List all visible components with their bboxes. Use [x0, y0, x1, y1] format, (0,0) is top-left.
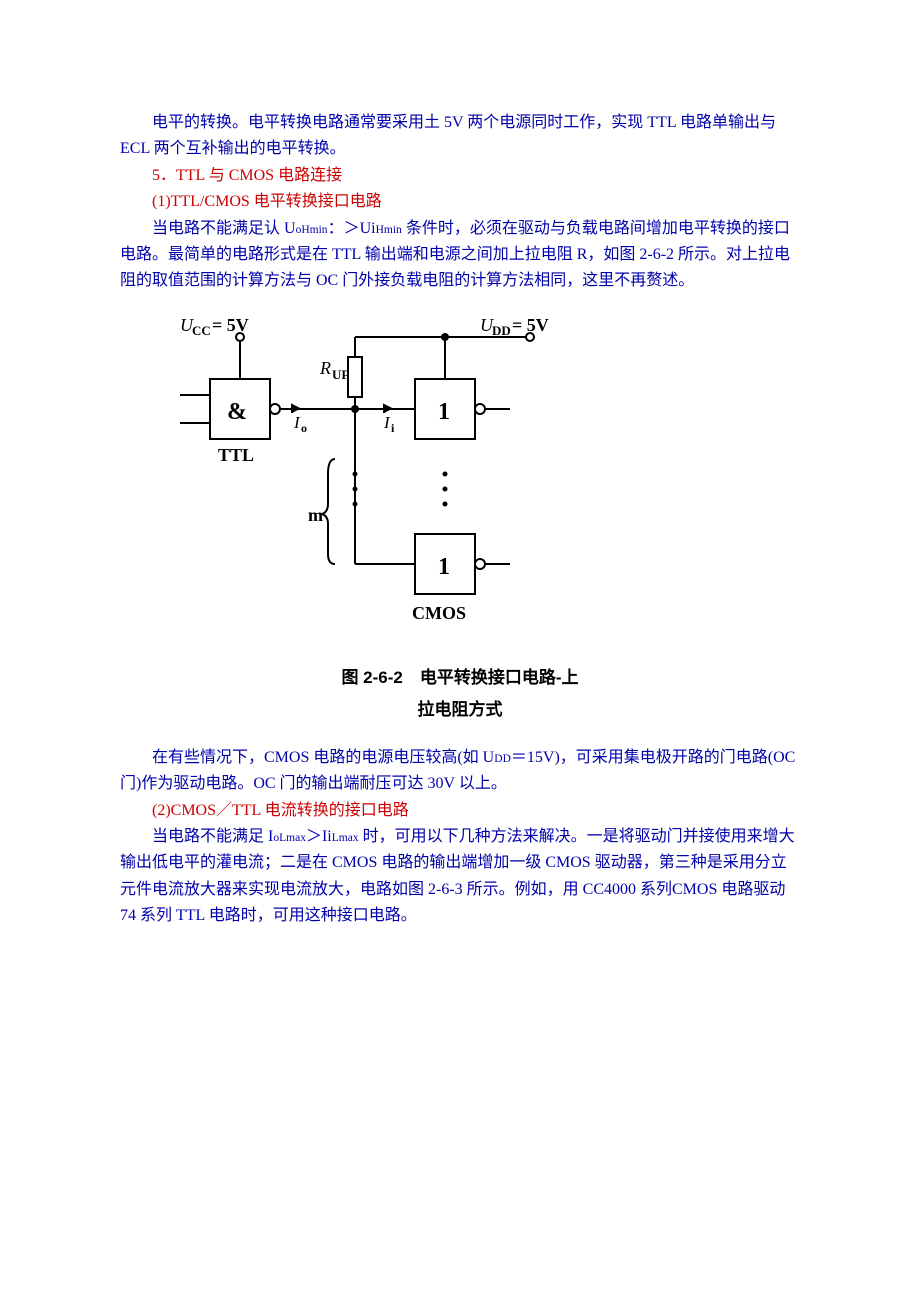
figure-2-6-2: U CC = 5V U DD = 5V R UF I o I i & 1 1 T… — [180, 309, 580, 648]
svg-text:R: R — [319, 358, 331, 378]
svg-text:= 5V: = 5V — [212, 315, 249, 335]
svg-text:I: I — [293, 413, 301, 432]
heading-5: 5．TTL 与 CMOS 电路连接 — [120, 163, 800, 189]
text: ：＞Ui — [328, 220, 376, 237]
text-sub: Hmin — [376, 224, 402, 236]
text: 在有些情况下，CMOS 电路的电源电压较高(如 U — [152, 749, 494, 766]
svg-text:CMOS: CMOS — [412, 603, 466, 623]
text-sub: oHmin — [296, 224, 328, 236]
caption-line2: 拉电阻方式 — [120, 694, 800, 726]
text-sub: DD — [494, 753, 511, 765]
svg-text:TTL: TTL — [218, 445, 254, 465]
svg-text:1: 1 — [438, 399, 450, 425]
text-sub: Lmax — [332, 832, 359, 844]
svg-text:UF: UF — [332, 367, 349, 382]
para-level-conversion: 电平的转换。电平转换电路通常要采用土 5V 两个电源同时工作，实现 TTL 电路… — [120, 110, 800, 163]
text: ＞Ii — [306, 828, 332, 845]
svg-text:&: & — [227, 399, 247, 425]
text: 当电路不能满足 I — [152, 828, 273, 845]
para-interface-circuit: 当电路不能满足认 UoHmin：＞UiHmin 条件时，必须在驱动与负载电路间增… — [120, 216, 800, 295]
svg-text:I: I — [383, 413, 391, 432]
para-current-conversion: 当电路不能满足 IoLmax＞IiLmax 时，可用以下几种方法来解决。一是将驱… — [120, 824, 800, 930]
svg-text:= 5V: = 5V — [512, 315, 549, 335]
svg-text:m: m — [308, 505, 323, 525]
figure-caption: 图 2-6-2 电平转换接口电路-上 拉电阻方式 — [120, 662, 800, 727]
svg-text:i: i — [391, 421, 395, 435]
circuit-diagram: U CC = 5V U DD = 5V R UF I o I i & 1 1 T… — [180, 309, 580, 639]
text-sub: oLmax — [273, 832, 306, 844]
svg-text:1: 1 — [438, 554, 450, 580]
heading-5-1: (1)TTL/CMOS 电平转换接口电路 — [120, 189, 800, 215]
heading-5-2: (2)CMOS／TTL 电流转换的接口电路 — [120, 798, 800, 824]
svg-text:DD: DD — [492, 323, 511, 338]
caption-line1: 图 2-6-2 电平转换接口电路-上 — [120, 662, 800, 694]
text: 当电路不能满足认 U — [152, 220, 296, 237]
svg-text:CC: CC — [192, 323, 211, 338]
para-oc-gate: 在有些情况下，CMOS 电路的电源电压较高(如 UDD＝15V)，可采用集电极开… — [120, 745, 800, 798]
svg-text:o: o — [301, 421, 307, 435]
